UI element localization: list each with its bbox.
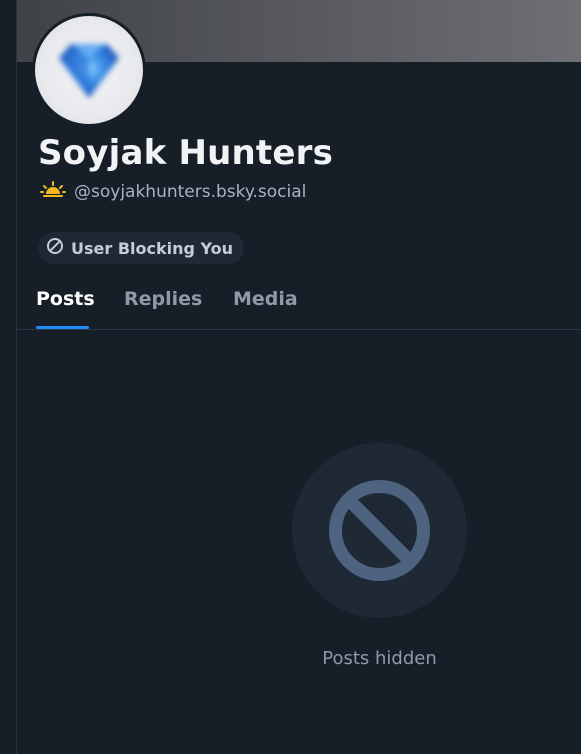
sun-horizon-icon [40, 181, 66, 203]
avatar[interactable] [35, 16, 143, 124]
gem-avatar-image [59, 44, 119, 98]
handle[interactable]: @soyjakhunters.bsky.social [74, 182, 306, 202]
left-gutter [0, 0, 17, 754]
display-name: Soyjak Hunters [38, 133, 334, 173]
profile-page: Soyjak Hunters @soyjakhunters.bsky.socia… [0, 0, 581, 754]
tab-replies[interactable]: Replies [124, 288, 202, 310]
empty-state-message: Posts hidden [322, 648, 437, 669]
handle-row: @soyjakhunters.bsky.social [40, 181, 306, 203]
blocked-icon [46, 237, 64, 259]
empty-state-circle [292, 443, 467, 618]
profile-tabs: Posts Replies Media [17, 280, 581, 330]
blocking-status-badge[interactable]: User Blocking You [38, 232, 245, 264]
tab-media[interactable]: Media [233, 288, 298, 310]
tab-posts[interactable]: Posts [36, 288, 95, 310]
blocked-icon [329, 480, 430, 581]
blocking-status-label: User Blocking You [71, 238, 234, 258]
active-tab-indicator [36, 326, 89, 329]
